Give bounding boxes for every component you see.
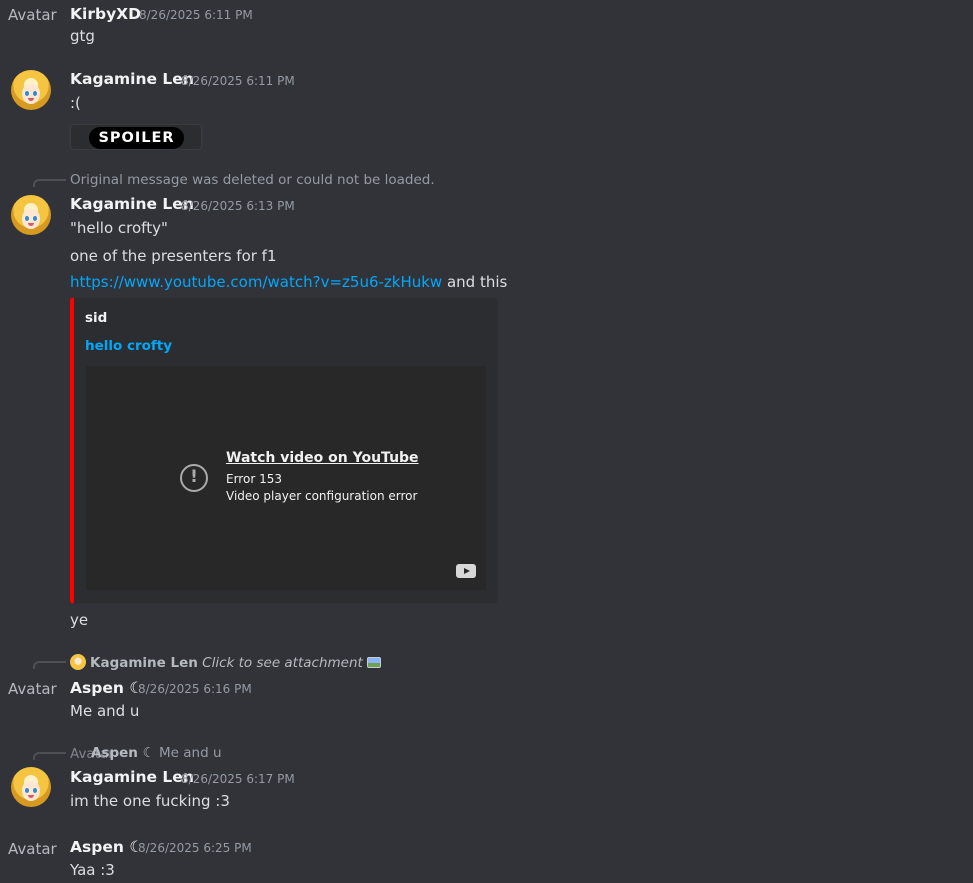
embed-title[interactable]: hello crofty [85,338,172,354]
message-text: and this [446,273,508,291]
message-content: Yaa :3 [70,861,115,879]
youtube-icon[interactable] [456,564,476,578]
message-content: Me and u [70,702,140,720]
timestamp: 8/26/2025 6:17 PM [181,772,295,786]
author-name[interactable]: KirbyXD [70,5,141,23]
reply-connector [33,179,66,187]
timestamp: 8/26/2025 6:11 PM [181,74,295,88]
avatar[interactable] [11,767,51,807]
youtube-link[interactable]: https://www.youtube.com/watch?v=z5u6-zkH… [70,273,442,291]
watch-on-youtube-link[interactable]: Watch video on YouTube [226,450,419,466]
message-content: ye [70,611,89,629]
video-player[interactable]: ! Watch video on YouTube Error 153 Video… [86,366,486,590]
avatar-face [22,209,40,229]
alert-circle-icon: ! [180,464,208,492]
message-content: "hello crofty" [70,219,168,237]
avatar-face [22,781,40,801]
spoiler-attachment[interactable]: SPOILER [70,124,202,150]
avatar[interactable]: Avatar [8,680,57,698]
avatar[interactable] [11,195,51,235]
reply-content[interactable]: Me and u [159,745,222,761]
author-name[interactable]: Kagamine Len [70,195,194,213]
author-name[interactable]: Aspen ☾ [70,838,143,856]
avatar-eye [25,788,29,793]
timestamp: 8/26/2025 6:11 PM [139,8,253,22]
avatar-eye [25,91,29,96]
avatar[interactable]: Avatar [8,840,57,858]
author-name[interactable]: Aspen ☾ [70,679,143,697]
avatar-eye [33,788,37,793]
reply-connector [33,752,66,760]
avatar-eye [33,91,37,96]
reply-preview[interactable]: Kagamine Len Click to see attachment [70,654,381,671]
message-content: :( [70,94,81,112]
reply-connector [33,661,66,669]
message-content: gtg [70,27,95,45]
timestamp: 8/26/2025 6:25 PM [138,841,252,855]
avatar-mouth [28,98,34,101]
reply-content[interactable]: Click to see attachment [202,655,363,671]
reply-preview[interactable]: Aspen ☾ Me and u [91,745,222,761]
avatar-eye [33,216,37,221]
message-content: im the one fucking :3 [70,792,230,810]
reply-avatar [70,654,86,670]
author-name[interactable]: Kagamine Len [70,70,194,88]
avatar-mouth [28,795,34,798]
reply-author[interactable]: Kagamine Len [90,655,198,671]
embed-provider[interactable]: sid [85,310,107,326]
image-icon [366,657,381,668]
message-content: https://www.youtube.com/watch?v=z5u6-zkH… [70,273,507,291]
video-error-code: Error 153 [226,472,282,486]
timestamp: 8/26/2025 6:16 PM [138,682,252,696]
reply-author[interactable]: Aspen ☾ [91,745,155,761]
timestamp: 8/26/2025 6:13 PM [181,199,295,213]
message-content: one of the presenters for f1 [70,247,277,265]
reply-preview[interactable]: Original message was deleted or could no… [70,172,435,188]
avatar[interactable] [11,70,51,110]
avatar-eye [25,216,29,221]
video-error-detail: Video player configuration error [226,489,418,503]
author-name[interactable]: Kagamine Len [70,768,194,786]
avatar-face [22,84,40,104]
link-embed: sid hello crofty ! Watch video on YouTub… [70,297,498,604]
avatar[interactable]: Avatar [8,6,57,24]
avatar-mouth [28,223,34,226]
spoiler-label[interactable]: SPOILER [89,127,184,149]
